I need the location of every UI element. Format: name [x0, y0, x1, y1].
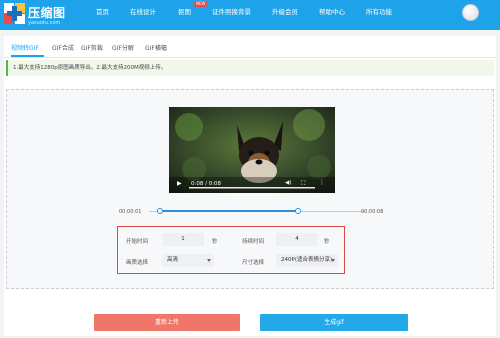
quality-label: 画质选择 [126, 260, 149, 266]
video-player[interactable]: ▶ 0:08 / 0:08 ◀) ⛶ ⋮ [169, 107, 335, 193]
more-icon[interactable]: ⋮ [319, 179, 325, 186]
logo-title: 压缩图 [28, 6, 66, 20]
start-time-label: 开始时间 [126, 239, 149, 245]
new-badge: NEW [194, 1, 208, 7]
start-time-unit: 秒 [212, 239, 218, 245]
tab-gif-crop[interactable]: GIF剪裁 [81, 43, 103, 52]
fullscreen-icon[interactable]: ⛶ [301, 180, 305, 188]
start-time-input[interactable]: 1 [162, 233, 204, 246]
range-start-handle[interactable] [156, 208, 163, 214]
notice-banner: 1.最大支持1280p原图画质导出。2.最大支持200M视频上传。 [6, 60, 494, 76]
tab-gif-banner[interactable]: GIF横幅 [145, 43, 167, 52]
nav-cutout[interactable]: 抠图 [178, 0, 191, 30]
nav-help-center[interactable]: 帮助中心 [319, 0, 345, 30]
tab-gif-compose[interactable]: GIF合成 [52, 43, 74, 52]
nav-id-photo-background[interactable]: 证件照换背景 [212, 0, 251, 30]
range-selection [159, 210, 299, 212]
tab-gif-split[interactable]: GIF分解 [112, 43, 134, 52]
volume-icon[interactable]: ◀) [285, 180, 291, 186]
range-start-time: 00:00:01 [119, 209, 142, 215]
logo-icon [4, 3, 25, 24]
play-icon[interactable]: ▶ [177, 180, 182, 187]
nav-online-design[interactable]: 在线设计 [130, 0, 156, 30]
generate-gif-button[interactable]: 生成gif [260, 314, 408, 331]
quality-selected-value: 高清 [167, 257, 179, 263]
top-navbar: 压缩图 yasuotu.com 首页 在线设计 抠图 NEW 证件照换背景 升级… [0, 0, 500, 30]
tab-video-to-gif[interactable]: 视频转GIF [11, 43, 39, 52]
gif-settings-panel: 开始时间 1 秒 持续时间 4 秒 画质选择 高清 尺寸选择 240P(适合表情… [117, 226, 345, 274]
nav-all-features[interactable]: 所有功能 [366, 0, 392, 30]
duration-label: 持续时间 [242, 239, 265, 245]
size-label: 尺寸选择 [242, 260, 265, 266]
duration-input[interactable]: 4 [276, 233, 318, 246]
chevron-down-icon [331, 259, 335, 262]
avatar[interactable] [462, 4, 479, 21]
nav-upgrade-member[interactable]: 升级会员 [272, 0, 298, 30]
tabs-divider [4, 57, 496, 58]
main-card: 视频转GIF GIF合成 GIF剪裁 GIF分解 GIF横幅 1.最大支持128… [4, 36, 496, 336]
reupload-button[interactable]: 重新上传 [94, 314, 240, 331]
duration-unit: 秒 [324, 239, 330, 245]
chevron-down-icon [207, 259, 211, 262]
size-selected-value: 240P(适合表情分享) [281, 257, 333, 263]
range-end-time: 00:00:08 [361, 209, 384, 215]
video-work-area: ▶ 0:08 / 0:08 ◀) ⛶ ⋮ 00:00:01 00:00:08 开… [6, 89, 494, 289]
size-select[interactable]: 240P(适合表情分享) [276, 254, 338, 267]
logo[interactable]: 压缩图 yasuotu.com [4, 2, 84, 28]
logo-subtitle: yasuotu.com [28, 20, 61, 26]
notice-text: 1.最大支持1280p原图画质导出。2.最大支持200M视频上传。 [13, 65, 167, 71]
range-end-handle[interactable] [295, 208, 302, 214]
nav-home[interactable]: 首页 [96, 0, 109, 30]
video-time: 0:08 / 0:08 [191, 181, 222, 187]
quality-select[interactable]: 高清 [162, 254, 214, 267]
